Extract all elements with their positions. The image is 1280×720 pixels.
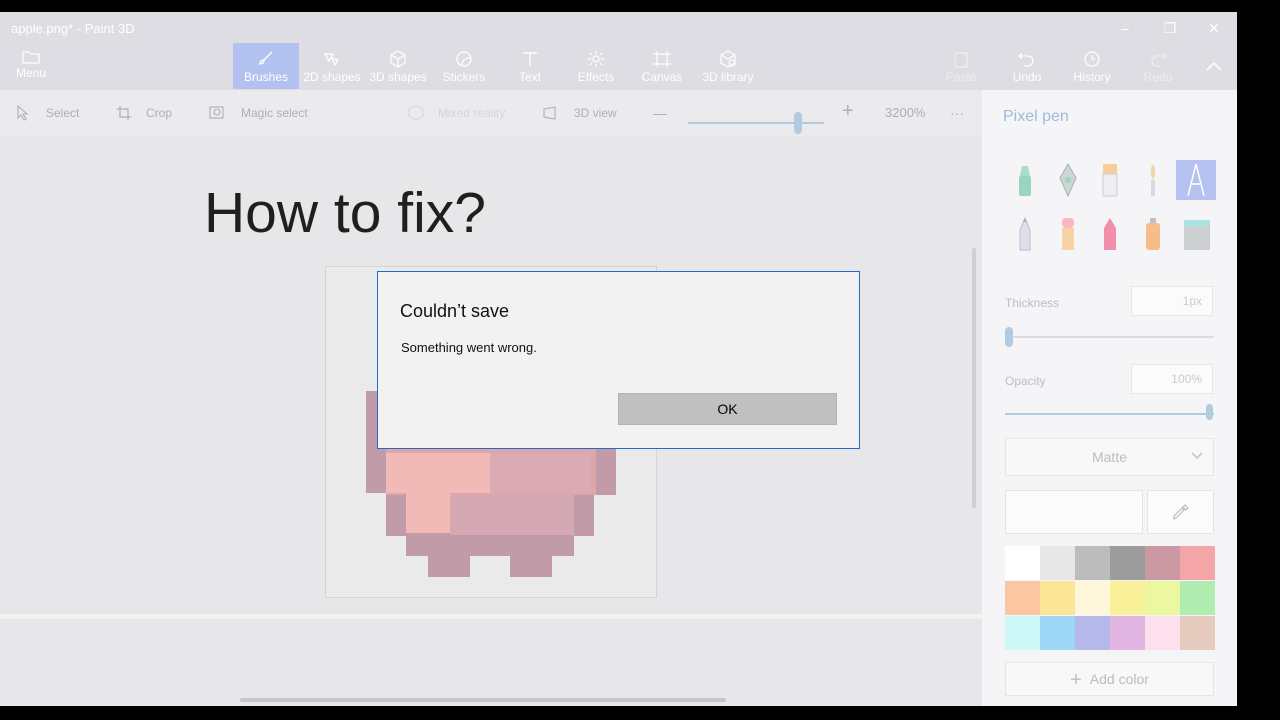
dialog-title: Couldn’t save — [400, 301, 510, 321]
paint3d-window: apple.png* - Paint 3D – ❐ ✕ Menu Brushes… — [0, 12, 1237, 706]
app-root: apple.png* - Paint 3D – ❐ ✕ Menu Brushes… — [0, 0, 1280, 720]
error-dialog: Couldn’t save Something went wrong. OK — [377, 271, 860, 449]
dialog-message: Something went wrong. — [401, 340, 537, 355]
ok-button[interactable]: OK — [618, 393, 837, 425]
